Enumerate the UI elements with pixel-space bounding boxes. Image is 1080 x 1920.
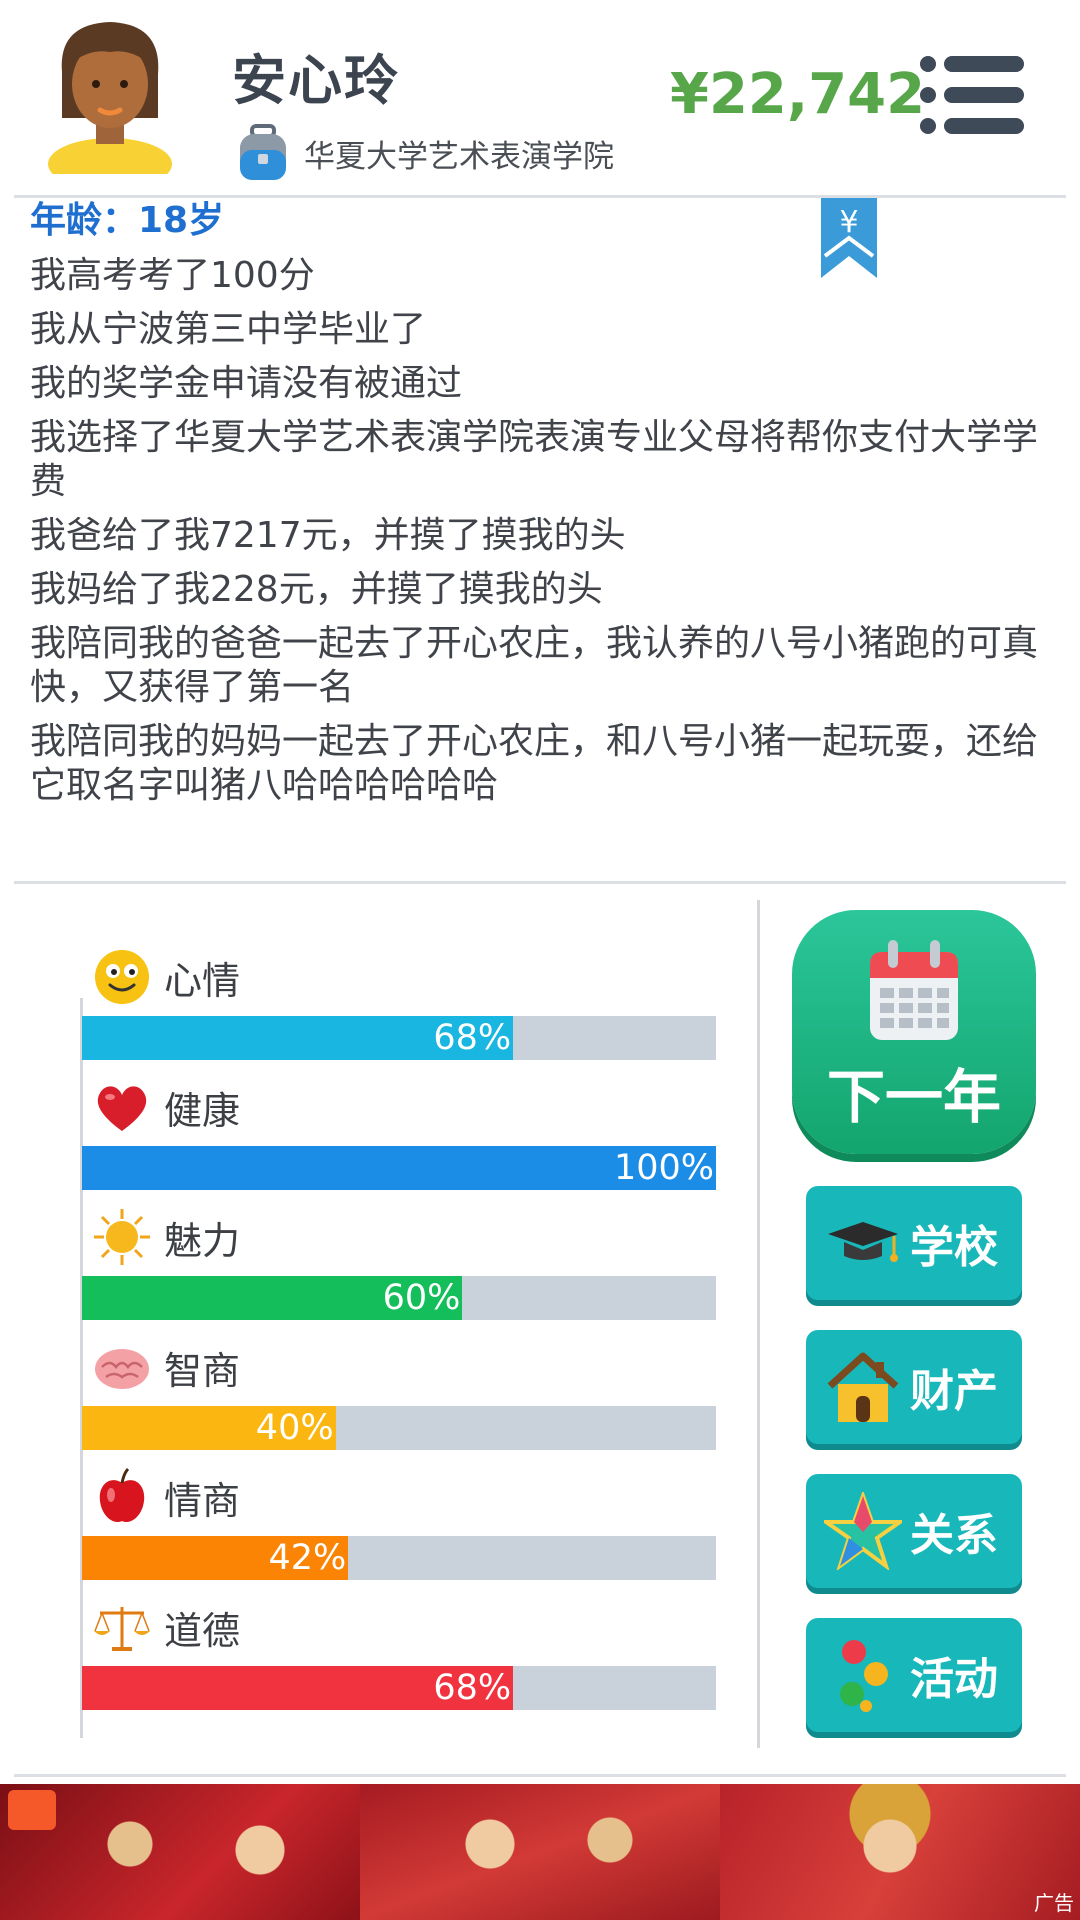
ad-image (720, 1784, 1080, 1920)
log-entry: 我从宁波第三中学毕业了 (30, 309, 427, 350)
stat-label: 道德 (164, 1608, 241, 1653)
ad-banner[interactable]: 广告 (0, 1784, 1080, 1920)
stat-percent: 60% (382, 1278, 461, 1318)
stat-bar-fill: 68% (82, 1666, 514, 1710)
stat-iq: 智商 40% (82, 1336, 716, 1456)
property-label: 财产 (910, 1366, 998, 1417)
stat-header: 健康 (92, 1076, 240, 1138)
stat-bar-fill: 60% (82, 1276, 463, 1320)
money-bookmark-icon[interactable]: ¥ (821, 198, 877, 278)
stat-percent: 42% (268, 1538, 347, 1578)
side-divider (757, 900, 760, 1748)
activity-dots-icon (840, 1640, 888, 1712)
school-button[interactable]: 学校 (806, 1186, 1022, 1300)
brain-icon (95, 1349, 149, 1389)
avatar[interactable] (40, 14, 180, 174)
stat-label: 心情 (164, 958, 241, 1003)
log-entry: 我的奖学金申请没有被通过 (30, 363, 463, 404)
stat-bar-track: 68% (82, 1016, 716, 1060)
player-name: 安心玲 (232, 49, 400, 112)
log-entry: 我爸给了我7217元，并摸了摸我的头 (30, 515, 626, 556)
stat-label: 情商 (164, 1478, 241, 1523)
school-bag-icon (240, 124, 286, 180)
graduation-cap-icon (828, 1222, 898, 1262)
age-label: 年龄：18岁 (30, 200, 225, 241)
stat-label: 智商 (164, 1348, 241, 1393)
next-year-label: 下一年 (826, 1063, 1001, 1131)
scales-icon (94, 1607, 150, 1651)
footer-divider (14, 1774, 1066, 1777)
ad-image (360, 1784, 720, 1920)
apple-icon (99, 1467, 145, 1523)
log-entry: 我选择了华夏大学艺术表演学院表演专业父母将帮你支付大学学费 (30, 417, 1039, 502)
money-balance: ¥22,742 (670, 62, 926, 127)
stat-label: 魅力 (164, 1218, 241, 1263)
house-icon (827, 1352, 899, 1422)
stat-header: 心情 (92, 946, 240, 1008)
calendar-icon (870, 940, 958, 1040)
stat-header: 智商 (92, 1336, 240, 1398)
log-entry: 我高考考了100分 (30, 255, 315, 296)
stat-label: 健康 (164, 1088, 241, 1133)
smiley-face-icon (95, 950, 149, 1004)
sun-icon (94, 1209, 150, 1265)
stat-percent: 68% (433, 1018, 512, 1058)
stat-bar-fill: 42% (82, 1536, 349, 1580)
relations-button[interactable]: 关系 (806, 1474, 1022, 1588)
profile-header: 安心玲 华夏大学艺术表演学院 ¥22,742 (0, 0, 1080, 196)
stat-header: 魅力 (92, 1206, 240, 1268)
next-year-button[interactable]: 下一年 (792, 910, 1036, 1154)
stat-eq: 情商 42% (82, 1466, 716, 1586)
section-divider (14, 881, 1066, 884)
stat-bar-track: 100% (82, 1146, 716, 1190)
relations-label: 关系 (910, 1510, 998, 1561)
stat-health: 健康 100% (82, 1076, 716, 1196)
stat-charm: 魅力 60% (82, 1206, 716, 1326)
star-icon (824, 1492, 902, 1570)
school-info: 华夏大学艺术表演学院 (236, 124, 614, 182)
stat-bar-track: 40% (82, 1406, 716, 1450)
menu-icon[interactable] (920, 56, 1024, 134)
stat-percent: 40% (255, 1408, 334, 1448)
stat-bar-fill: 100% (82, 1146, 716, 1190)
stat-morality: 道德 68% (82, 1596, 716, 1716)
stat-bar-track: 68% (82, 1666, 716, 1710)
stat-header: 道德 (92, 1596, 240, 1658)
stat-bar-track: 60% (82, 1276, 716, 1320)
stat-percent: 68% (433, 1668, 512, 1708)
school-label: 学校 (910, 1222, 998, 1273)
stat-bar-fill: 40% (82, 1406, 336, 1450)
log-entry: 我陪同我的妈妈一起去了开心农庄，和八号小猪一起玩耍，还给它取名字叫猪八哈哈哈哈哈… (30, 721, 1039, 806)
stat-mood: 心情 68% (82, 946, 716, 1066)
activity-label: 活动 (910, 1654, 998, 1705)
ad-logo-icon (8, 1790, 56, 1830)
property-button[interactable]: 财产 (806, 1330, 1022, 1444)
activity-button[interactable]: 活动 (806, 1618, 1022, 1732)
log-entry: 我妈给了我228元，并摸了摸我的头 (30, 569, 603, 610)
event-log: 年龄：18岁 我高考考了100分 我从宁波第三中学毕业了 我的奖学金申请没有被通… (30, 198, 1040, 808)
stat-header: 情商 (92, 1466, 240, 1528)
stat-bar-track: 42% (82, 1536, 716, 1580)
school-name: 华夏大学艺术表演学院 (304, 138, 614, 175)
stat-bar-fill: 68% (82, 1016, 514, 1060)
log-entry: 我陪同我的爸爸一起去了开心农庄，我认养的八号小猪跑的可真快，又获得了第一名 (30, 623, 1039, 708)
heart-icon (97, 1086, 147, 1131)
stat-percent: 100% (613, 1148, 714, 1188)
bookmark-symbol: ¥ (839, 205, 858, 240)
ad-tag: 广告 (1034, 1891, 1074, 1915)
